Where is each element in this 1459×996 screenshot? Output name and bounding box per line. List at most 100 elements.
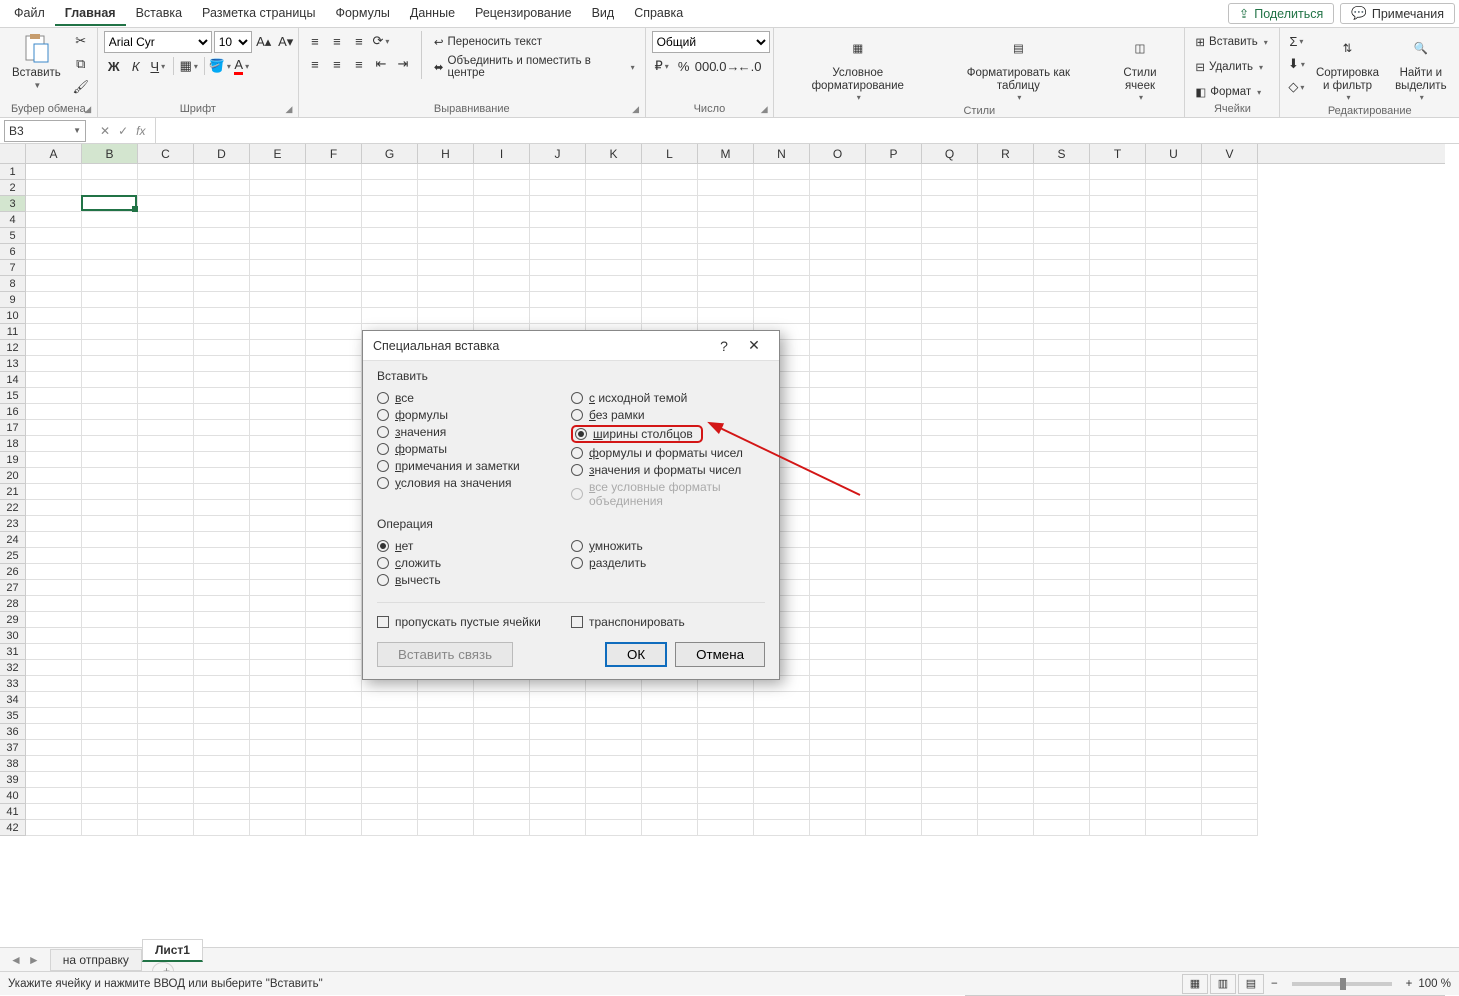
cell[interactable] xyxy=(1202,516,1258,532)
cell[interactable] xyxy=(1146,212,1202,228)
paste-right-radio-4[interactable]: значения и форматы чисел xyxy=(571,461,765,478)
cell[interactable] xyxy=(194,212,250,228)
cell[interactable] xyxy=(26,788,82,804)
cell[interactable] xyxy=(866,804,922,820)
cell[interactable] xyxy=(138,564,194,580)
cell[interactable] xyxy=(922,356,978,372)
cell[interactable] xyxy=(250,628,306,644)
cell[interactable] xyxy=(138,308,194,324)
cell[interactable] xyxy=(138,404,194,420)
cell[interactable] xyxy=(866,820,922,836)
cell[interactable] xyxy=(978,164,1034,180)
cell[interactable] xyxy=(194,756,250,772)
cell[interactable] xyxy=(1202,708,1258,724)
cell[interactable] xyxy=(82,244,138,260)
cell[interactable] xyxy=(138,324,194,340)
dialog-help-icon[interactable]: ? xyxy=(709,338,739,354)
cell[interactable] xyxy=(1090,724,1146,740)
paste-left-radio-0[interactable]: все xyxy=(377,389,571,406)
cell[interactable] xyxy=(26,820,82,836)
cell[interactable] xyxy=(922,452,978,468)
cell[interactable] xyxy=(586,756,642,772)
cell[interactable] xyxy=(250,644,306,660)
paste-left-radio-4[interactable]: примечания и заметки xyxy=(377,457,571,474)
cell[interactable] xyxy=(82,404,138,420)
cell[interactable] xyxy=(1090,356,1146,372)
cell[interactable] xyxy=(1202,532,1258,548)
cell[interactable] xyxy=(194,164,250,180)
cell[interactable] xyxy=(82,228,138,244)
cell[interactable] xyxy=(250,164,306,180)
cell[interactable] xyxy=(810,532,866,548)
cell[interactable] xyxy=(978,740,1034,756)
row-header[interactable]: 9 xyxy=(0,292,25,308)
cell[interactable] xyxy=(1202,612,1258,628)
cell[interactable] xyxy=(82,804,138,820)
cell[interactable] xyxy=(1146,612,1202,628)
bold-icon[interactable]: Ж xyxy=(104,56,124,76)
cell[interactable] xyxy=(26,244,82,260)
cell[interactable] xyxy=(922,340,978,356)
cell[interactable] xyxy=(810,276,866,292)
cell[interactable] xyxy=(922,228,978,244)
cell[interactable] xyxy=(250,484,306,500)
cell[interactable] xyxy=(26,724,82,740)
cell[interactable] xyxy=(1202,276,1258,292)
paste-right-radio-3[interactable]: формулы и форматы чисел xyxy=(571,444,765,461)
cell[interactable] xyxy=(306,372,362,388)
cell[interactable] xyxy=(362,772,418,788)
cancel-formula-icon[interactable]: ✕ xyxy=(100,124,110,138)
sort-filter-button[interactable]: ⇅Сортировка и фильтр▾ xyxy=(1310,31,1384,105)
cell[interactable] xyxy=(138,244,194,260)
cell[interactable] xyxy=(1034,532,1090,548)
cell[interactable] xyxy=(866,564,922,580)
cell[interactable] xyxy=(474,708,530,724)
column-header[interactable]: E xyxy=(250,144,306,163)
cell[interactable] xyxy=(474,196,530,212)
cell[interactable] xyxy=(138,180,194,196)
cell[interactable] xyxy=(866,356,922,372)
cell[interactable] xyxy=(1202,404,1258,420)
cell[interactable] xyxy=(810,500,866,516)
cell[interactable] xyxy=(810,724,866,740)
cell[interactable] xyxy=(530,772,586,788)
font-color-icon[interactable]: A▾ xyxy=(232,56,252,76)
cell[interactable] xyxy=(26,692,82,708)
cell[interactable] xyxy=(642,724,698,740)
row-header[interactable]: 24 xyxy=(0,532,25,548)
cell[interactable] xyxy=(194,404,250,420)
cell[interactable] xyxy=(138,420,194,436)
cell[interactable] xyxy=(26,212,82,228)
cell[interactable] xyxy=(250,676,306,692)
cell[interactable] xyxy=(922,772,978,788)
cell[interactable] xyxy=(1090,404,1146,420)
cell[interactable] xyxy=(26,484,82,500)
skip-blanks-checkbox[interactable]: пропускать пустые ячейки xyxy=(377,613,571,630)
row-header[interactable]: 4 xyxy=(0,212,25,228)
format-as-table-button[interactable]: ▤Форматировать как таблицу▾ xyxy=(939,31,1097,105)
cell[interactable] xyxy=(138,292,194,308)
cell[interactable] xyxy=(978,372,1034,388)
cell[interactable] xyxy=(810,260,866,276)
row-header[interactable]: 29 xyxy=(0,612,25,628)
cell[interactable] xyxy=(362,756,418,772)
cell[interactable] xyxy=(138,164,194,180)
cell[interactable] xyxy=(82,164,138,180)
cell[interactable] xyxy=(138,644,194,660)
cell[interactable] xyxy=(978,228,1034,244)
cell[interactable] xyxy=(26,708,82,724)
delete-cells-button[interactable]: ⊟Удалить▾ xyxy=(1191,56,1267,78)
cell[interactable] xyxy=(1146,820,1202,836)
cell[interactable] xyxy=(1090,756,1146,772)
cell[interactable] xyxy=(978,484,1034,500)
row-header[interactable]: 21 xyxy=(0,484,25,500)
cell[interactable] xyxy=(194,356,250,372)
cell[interactable] xyxy=(1146,164,1202,180)
cell[interactable] xyxy=(82,516,138,532)
cell[interactable] xyxy=(978,580,1034,596)
cell[interactable] xyxy=(922,804,978,820)
cell[interactable] xyxy=(306,564,362,580)
cell[interactable] xyxy=(306,676,362,692)
cell[interactable] xyxy=(1034,724,1090,740)
cell[interactable] xyxy=(26,580,82,596)
